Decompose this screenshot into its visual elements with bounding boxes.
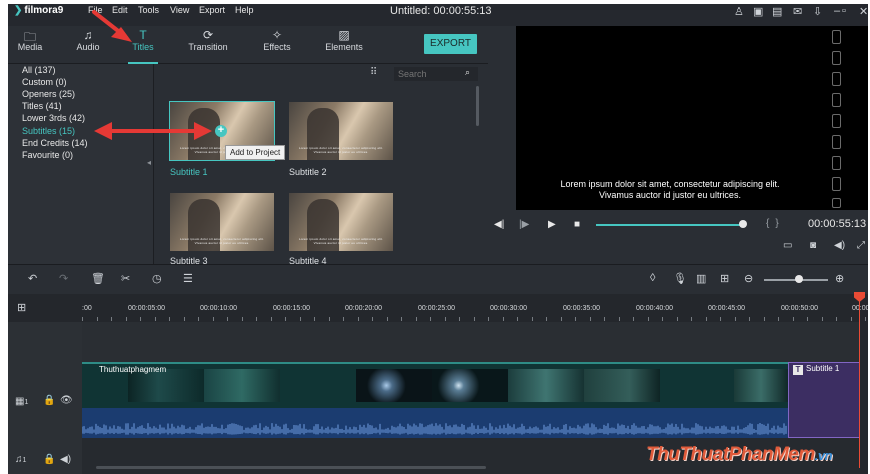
annotation-arrows [92,10,212,140]
arrowhead [94,122,112,140]
arrowhead [194,122,212,140]
watermark: ThuThuatPhanMem.vn [646,444,833,465]
